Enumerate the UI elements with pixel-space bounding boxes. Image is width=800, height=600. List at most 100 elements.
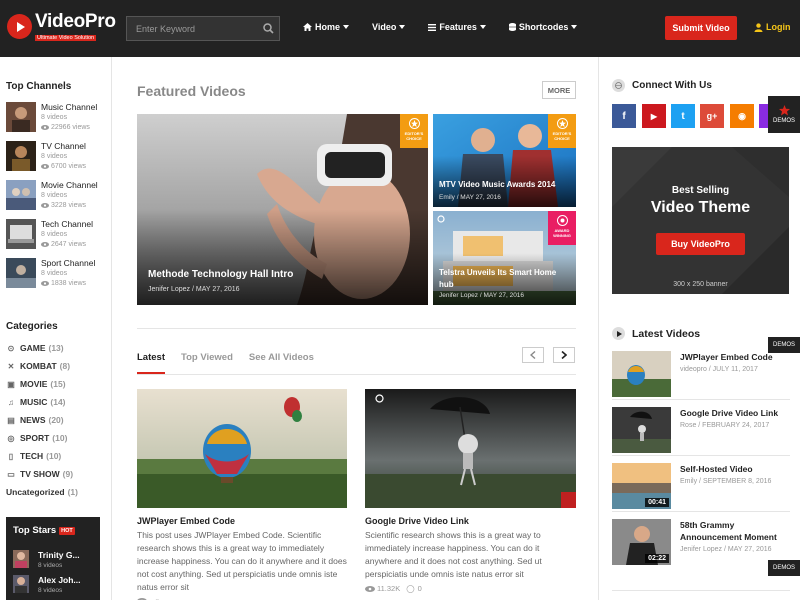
video-duration: 02:22 xyxy=(645,554,669,563)
video-thumbnail[interactable] xyxy=(137,389,347,508)
category-item-news[interactable]: ▤ NEWS (20) xyxy=(6,415,63,425)
category-count: (10) xyxy=(52,433,68,443)
rss-icon[interactable]: ◉ xyxy=(730,104,754,128)
connect-title: Connect With Us xyxy=(612,79,712,92)
channel-views: 2647 views xyxy=(51,241,87,248)
video-thumbnail[interactable] xyxy=(365,389,576,508)
latest-video-thumbnail[interactable] xyxy=(612,407,671,453)
nav-video[interactable]: Video xyxy=(372,22,406,32)
category-item-kombat[interactable]: ✕ KOMBAT (8) xyxy=(6,361,70,371)
channel-name: Music Channel xyxy=(41,102,98,112)
video-title[interactable]: Google Drive Video Link xyxy=(365,516,469,526)
nav-features[interactable]: Features xyxy=(428,22,486,32)
nav-video-label: Video xyxy=(372,22,397,32)
login-link[interactable]: Login xyxy=(754,22,791,32)
star-item[interactable]: Alex Joh... 8 videos xyxy=(13,575,98,599)
category-count: (14) xyxy=(50,397,66,407)
star-item[interactable]: Trinity G... 8 videos xyxy=(13,550,98,574)
channel-thumbnail xyxy=(6,141,36,171)
featured-card-mtv[interactable]: EDITOR'S CHOICE MTV Video Music Awards 2… xyxy=(433,114,576,207)
hot-badge: HOT xyxy=(59,526,75,535)
tab-see-all[interactable]: See All Videos xyxy=(249,352,314,363)
latest-video-thumbnail[interactable]: 02:22 xyxy=(612,519,671,565)
twitter-icon[interactable]: t xyxy=(671,104,695,128)
demos-tab[interactable]: DEMOS xyxy=(768,560,800,576)
video-duration: 00:41 xyxy=(645,498,669,507)
channel-item[interactable]: TV Channel 8 videos 6700 views xyxy=(6,141,110,173)
facebook-icon[interactable]: f xyxy=(612,104,636,128)
login-label: Login xyxy=(766,22,791,32)
ad-banner[interactable]: Best Selling Video Theme Buy VideoPro 30… xyxy=(612,147,789,294)
more-button[interactable]: MORE xyxy=(542,81,576,99)
channel-item[interactable]: Music Channel 8 videos 22966 views xyxy=(6,102,110,134)
featured-card-main[interactable]: EDITOR'S CHOICE Methode Technology Hall … xyxy=(137,114,428,305)
chevron-down-icon xyxy=(571,25,578,29)
newspaper-icon: ▤ xyxy=(7,415,15,425)
latest-video-thumbnail[interactable] xyxy=(612,351,671,397)
nav-shortcodes-label: Shortcodes xyxy=(518,22,569,32)
menu-icon xyxy=(428,23,437,31)
eye-icon xyxy=(41,124,49,130)
demos-panel-button[interactable]: DEMOS xyxy=(768,96,800,133)
balloon-thumb-image xyxy=(612,351,671,397)
google-plus-icon[interactable]: g+ xyxy=(700,104,724,128)
site-logo[interactable]: VideoPro Ultimate Video Solution xyxy=(7,12,116,41)
nav-home[interactable]: Home xyxy=(303,22,350,32)
category-item-tech[interactable]: ▯ TECH (10) xyxy=(6,451,61,461)
editors-choice-badge: EDITOR'S CHOICE xyxy=(400,114,428,148)
category-count: (15) xyxy=(50,379,66,389)
comment-icon: ○ xyxy=(155,596,160,600)
category-item-tv-show[interactable]: ▭ TV SHOW (9) xyxy=(6,469,73,479)
category-item-movie[interactable]: ▣ MOVIE (15) xyxy=(6,379,66,389)
channel-name: Movie Channel xyxy=(41,180,98,190)
buy-videopro-button[interactable]: Buy VideoPro xyxy=(656,233,745,255)
tab-top-viewed[interactable]: Top Viewed xyxy=(181,352,233,363)
category-count: (13) xyxy=(48,343,64,353)
next-page-button[interactable] xyxy=(553,347,575,363)
featured-card-meta: Jenifer Lopez / MAY 27, 2016 xyxy=(148,286,240,293)
video-title[interactable]: JWPlayer Embed Code xyxy=(137,516,235,526)
latest-video-item[interactable]: JWPlayer Embed Code videopro / JULY 11, … xyxy=(612,351,790,397)
search-icon[interactable] xyxy=(257,17,279,40)
channel-item[interactable]: Tech Channel 8 videos 2647 views xyxy=(6,219,110,251)
youtube-icon[interactable]: ▶ xyxy=(642,104,666,128)
search-input[interactable] xyxy=(127,17,257,40)
prev-page-button[interactable] xyxy=(522,347,544,363)
channel-item[interactable]: Sport Channel 8 videos 1838 views xyxy=(6,258,110,290)
submit-video-button[interactable]: Submit Video xyxy=(665,16,737,40)
featured-card-title: Telstra Unveils Its Smart Home hub xyxy=(439,268,557,289)
category-name: MUSIC xyxy=(20,397,48,407)
latest-video-title[interactable]: Google Drive Video Link xyxy=(680,407,790,419)
banner-line2: Video Theme xyxy=(650,199,751,216)
nav-shortcodes[interactable]: Shortcodes xyxy=(508,22,578,32)
latest-videos-title: Latest Videos xyxy=(612,327,700,340)
channel-thumbnail xyxy=(6,219,36,249)
tab-latest[interactable]: Latest xyxy=(137,352,165,363)
category-item-uncategorized[interactable]: Uncategorized (1) xyxy=(6,487,78,497)
latest-video-item[interactable]: 02:22 58th Grammy Announcement Moment Je… xyxy=(612,519,790,565)
latest-video-title[interactable]: Self-Hosted Video xyxy=(680,463,790,475)
category-name: NEWS xyxy=(20,415,46,425)
featured-card-telstra[interactable]: AWARD WINNING Telstra Unveils Its Smart … xyxy=(433,211,576,305)
channel-videos: 8 videos xyxy=(41,114,68,121)
main-nav: Home Video Features Shortcodes xyxy=(303,22,600,32)
category-item-sport[interactable]: ◎ SPORT (10) xyxy=(6,433,68,443)
star-meta: 8 videos xyxy=(38,587,63,594)
category-item-game[interactable]: ⊙ GAME (13) xyxy=(6,343,64,353)
database-icon xyxy=(508,23,516,31)
video-description: Scientific research shows this is a grea… xyxy=(365,530,542,579)
channel-item[interactable]: Movie Channel 8 videos 3228 views xyxy=(6,180,110,212)
channel-name: Tech Channel xyxy=(41,219,93,229)
chevron-left-icon xyxy=(530,351,536,359)
latest-video-title[interactable]: 58th Grammy Announcement Moment xyxy=(680,519,790,543)
badge-text: EDITOR'S CHOICE xyxy=(552,131,572,141)
avatar xyxy=(13,550,29,568)
latest-video-item[interactable]: Google Drive Video Link Rose / FEBRUARY … xyxy=(612,407,790,453)
latest-video-thumbnail[interactable]: 00:41 xyxy=(612,463,671,509)
connect-title-text: Connect With Us xyxy=(632,80,712,91)
category-item-music[interactable]: ♫ MUSIC (14) xyxy=(6,397,66,407)
video-meta: ○ xyxy=(137,596,163,600)
latest-video-title[interactable]: JWPlayer Embed Code xyxy=(680,351,790,363)
latest-video-item[interactable]: 00:41 Self-Hosted Video Emily / SEPTEMBE… xyxy=(612,463,790,509)
top-header: VideoPro Ultimate Video Solution Home Vi… xyxy=(0,0,800,57)
